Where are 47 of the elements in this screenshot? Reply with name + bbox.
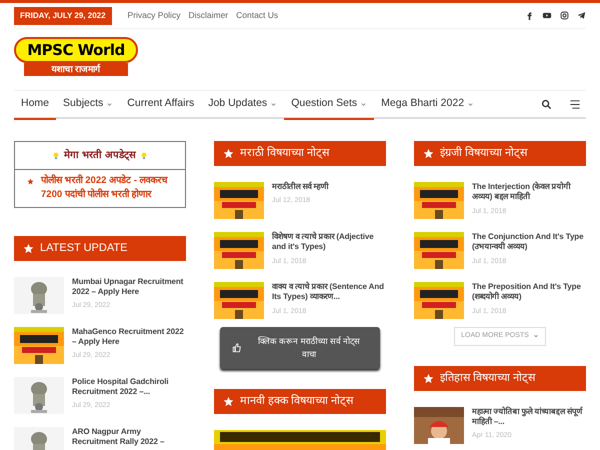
youtube-icon[interactable]: [542, 11, 552, 20]
star-icon: [423, 148, 434, 159]
nav-item[interactable]: Current Affairs: [120, 90, 202, 120]
search-icon[interactable]: [541, 98, 552, 110]
star-icon: [223, 148, 234, 159]
bulb-icon: [52, 150, 60, 160]
section-title: मानवी हक्क विषयाच्या नोट्स: [240, 393, 354, 409]
section-title: इंग्रजी विषयाच्या नोट्स: [440, 145, 528, 162]
section-title: इतिहास विषयाच्या नोट्स: [440, 370, 536, 386]
nav-item[interactable]: Question Sets: [284, 90, 374, 120]
chevron-down-icon: [532, 333, 539, 340]
telegram-icon[interactable]: [577, 11, 586, 20]
date-label: FRIDAY, JULY 29, 2022: [14, 6, 112, 24]
nav-item[interactable]: Home: [14, 90, 56, 120]
top-link[interactable]: Contact Us: [236, 9, 278, 22]
post-title[interactable]: ARO Nagpur Army Recruitment Rally 2022 –: [72, 426, 186, 448]
post-title[interactable]: महात्मा ज्योतिबा फुले यांच्याबद्दल संपूर्ण माहिती –...: [472, 406, 586, 428]
post-title[interactable]: विशेषण व त्याचे प्रकार (Adjective and it's Types): [272, 232, 386, 253]
logo-title: MPSC World: [14, 37, 138, 63]
section-title: LATEST UPDATE: [40, 240, 128, 256]
read-all-button[interactable]: क्लिक करून मराठीच्या सर्व नोट्स वाचा: [220, 327, 380, 368]
section-title: मराठी विषयाच्या नोट्स: [240, 145, 330, 162]
star-icon: [27, 178, 34, 185]
star-icon: [23, 242, 34, 254]
post-title[interactable]: The Conjunction And It's Type (उभयान्वयी अव्यय): [472, 232, 586, 253]
thumbs-up-icon: [232, 342, 242, 353]
mega-title: मेगा भरती अपडेट्स: [64, 148, 136, 163]
star-icon: [223, 396, 234, 406]
star-icon: [423, 372, 434, 384]
top-link[interactable]: Disclaimer: [188, 9, 228, 22]
post-title[interactable]: मराठीतील सर्व म्हणी: [272, 182, 328, 192]
news-link[interactable]: पोलीस भरती 2022 अपडेट - लवकरच 7200 पदांची पोलीस भरती होणार: [41, 174, 179, 202]
nav-item[interactable]: Job Updates: [201, 90, 284, 120]
nav-item[interactable]: Subjects: [56, 90, 120, 120]
post-title[interactable]: MahaGenco Recruitment 2022 – Apply Here: [72, 326, 186, 348]
post-title[interactable]: वाक्य व त्याचे प्रकार (Sentence And Its Types) व्याकरण...: [272, 282, 386, 303]
post-title[interactable]: The Preposition And It's Type (शब्दयोगी अव्यय): [472, 282, 586, 303]
nav-item[interactable]: Mega Bharti 2022: [374, 90, 482, 120]
post-title[interactable]: The Interjection (केवल प्रयोगी अव्यय) बद्दल माहिती: [472, 182, 586, 203]
top-link[interactable]: Privacy Policy: [128, 9, 180, 22]
logo-tagline: यशाचा राजमार्ग: [24, 63, 128, 76]
post-title[interactable]: Police Hospital Gadchiroli Recruitment 2022 –...: [72, 376, 186, 398]
facebook-icon[interactable]: [525, 11, 534, 20]
post-title[interactable]: Mumbai Upnagar Recruitment 2022 – Apply Here: [72, 276, 186, 298]
instagram-icon[interactable]: [560, 11, 569, 20]
bulb-icon: [140, 150, 148, 160]
menu-icon[interactable]: [568, 98, 582, 110]
